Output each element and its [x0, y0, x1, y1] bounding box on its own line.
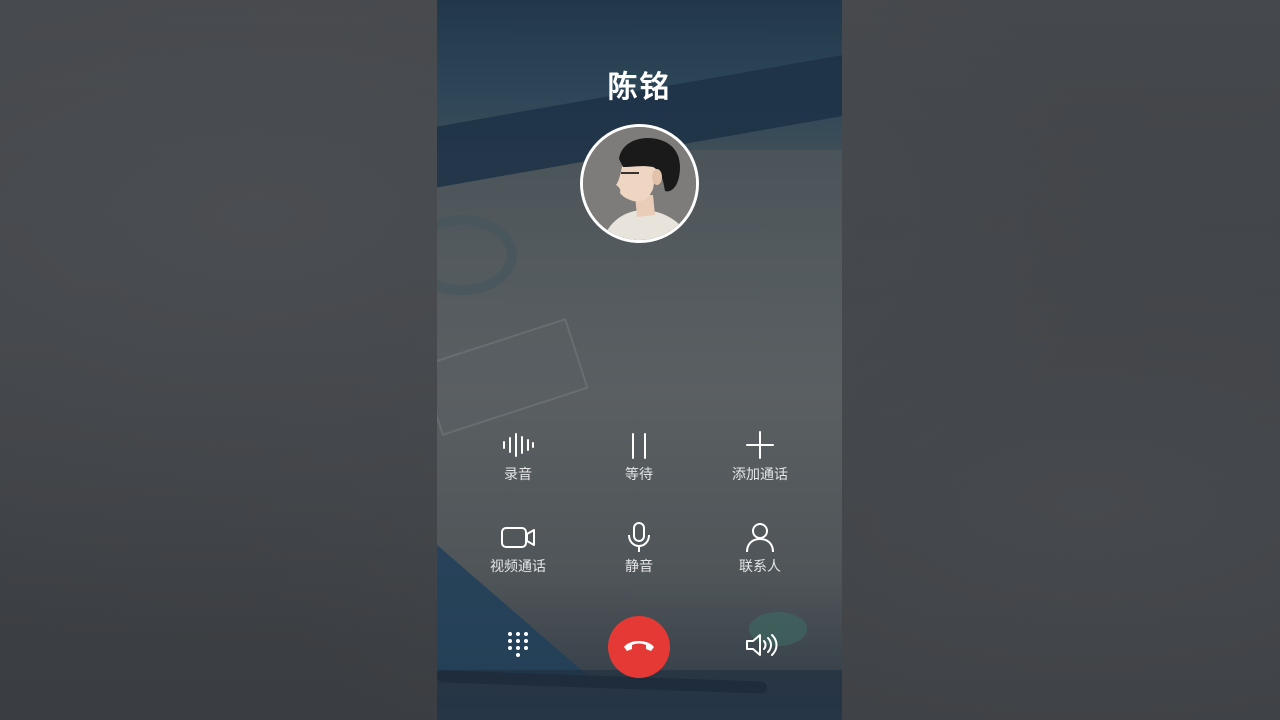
person-icon	[705, 520, 815, 554]
mute-button[interactable]: 静音	[584, 520, 694, 576]
wallpaper-card	[437, 318, 589, 436]
speaker-icon	[744, 632, 778, 662]
hangup-button[interactable]	[608, 616, 670, 678]
contacts-label: 联系人	[739, 559, 781, 575]
dialpad-button[interactable]	[499, 616, 537, 678]
contacts-button[interactable]: 联系人	[705, 520, 815, 576]
wallpaper-ring	[437, 215, 517, 295]
microphone-icon	[584, 520, 694, 554]
add-call-label: 添加通话	[732, 467, 788, 483]
contact-name: 陈铭	[607, 70, 672, 105]
phone-hangup-icon	[622, 637, 656, 657]
mute-label: 静音	[625, 559, 653, 575]
video-call-label: 视频通话	[490, 559, 546, 575]
plus-icon	[705, 428, 815, 462]
speaker-button[interactable]	[739, 616, 783, 678]
hold-label: 等待	[625, 467, 653, 483]
video-camera-icon	[463, 520, 573, 554]
pause-icon	[584, 428, 694, 462]
call-screen: 陈铭 录音 等待 添加通话 视频通话 静音 联系人	[437, 0, 842, 720]
record-button[interactable]: 录音	[463, 428, 573, 484]
waveform-icon	[463, 428, 573, 462]
record-label: 录音	[504, 467, 532, 483]
add-call-button[interactable]: 添加通话	[705, 428, 815, 484]
dialpad-icon	[506, 630, 530, 664]
contact-avatar	[580, 124, 699, 243]
video-call-button[interactable]: 视频通话	[463, 520, 573, 576]
hold-button[interactable]: 等待	[584, 428, 694, 484]
